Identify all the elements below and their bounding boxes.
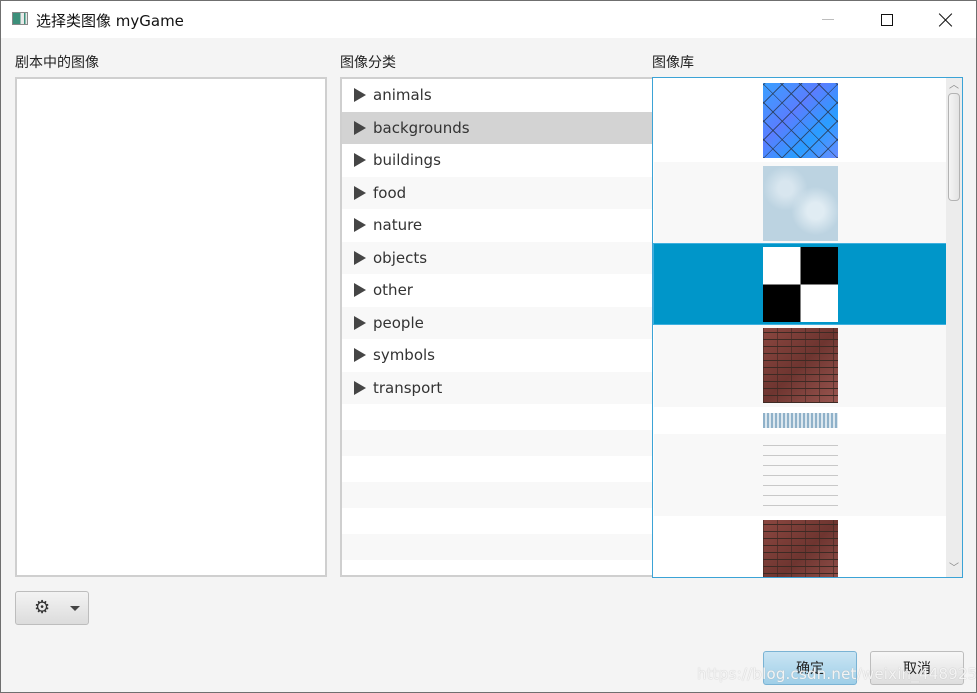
maximize-icon xyxy=(881,13,893,26)
tree-item-transport[interactable]: transport xyxy=(342,371,652,404)
tree-item-food[interactable]: food xyxy=(342,176,652,209)
expand-arrow-icon[interactable] xyxy=(354,348,366,363)
gallery-item[interactable] xyxy=(654,516,946,577)
expand-arrow-icon[interactable] xyxy=(354,380,366,395)
script-images-label: 剧本中的图像 xyxy=(15,55,99,71)
tree-item-label: food xyxy=(373,183,407,202)
watermark: https://blog.csdn.net/weixin_44892517 xyxy=(697,665,977,683)
tree-item-buildings[interactable]: buildings xyxy=(342,144,652,177)
tree-item-label: buildings xyxy=(373,151,441,170)
tree-item-label: symbols xyxy=(373,346,435,365)
script-images-list[interactable] xyxy=(15,77,327,577)
text-texture-thumbnail xyxy=(762,437,838,513)
tree-item-animals[interactable]: animals xyxy=(342,79,652,112)
tree-item-people[interactable]: people xyxy=(342,306,652,339)
close-button[interactable] xyxy=(917,1,975,38)
tree-item-label: objects xyxy=(373,248,428,267)
window-title: 选择类图像 myGame xyxy=(36,12,184,30)
tree-item-label: backgrounds xyxy=(373,118,470,137)
gallery-item[interactable] xyxy=(654,434,946,516)
empty-row xyxy=(342,404,652,430)
scrollbar-thumb[interactable] xyxy=(948,93,960,201)
marble-thumbnail xyxy=(762,165,838,241)
image-library-label: 图像库 xyxy=(652,55,694,71)
caret-down-icon xyxy=(70,606,80,611)
tree-item-nature[interactable]: nature xyxy=(342,209,652,242)
gallery-item-selected[interactable] xyxy=(653,243,947,325)
tree-item-label: nature xyxy=(373,216,423,235)
empty-row xyxy=(342,560,652,575)
scroll-down-icon[interactable]: ﹀ xyxy=(949,564,959,574)
expand-arrow-icon[interactable] xyxy=(354,250,366,265)
expand-arrow-icon[interactable] xyxy=(354,283,366,298)
minimize-button[interactable] xyxy=(799,1,857,38)
tree-item-label: transport xyxy=(373,378,443,397)
tree-item-backgrounds[interactable]: backgrounds xyxy=(342,111,652,144)
close-icon xyxy=(939,13,953,27)
tree-item-label: people xyxy=(373,313,424,332)
expand-arrow-icon[interactable] xyxy=(354,315,366,330)
title-bar: 选择类图像 myGame xyxy=(1,1,976,38)
empty-row xyxy=(342,534,652,560)
tree-item-label: animals xyxy=(373,86,432,105)
tree-item-label: other xyxy=(373,281,413,300)
expand-arrow-icon[interactable] xyxy=(354,88,366,103)
gallery-item[interactable] xyxy=(654,324,946,407)
scroll-up-icon[interactable]: ︿ xyxy=(949,81,959,91)
tree-item-symbols[interactable]: symbols xyxy=(342,339,652,372)
gallery-item[interactable] xyxy=(654,79,946,162)
empty-row xyxy=(342,508,652,534)
tree-item-objects[interactable]: objects xyxy=(342,241,652,274)
checker-thumbnail xyxy=(762,246,838,322)
expand-arrow-icon[interactable] xyxy=(354,218,366,233)
gear-icon: ⚙ xyxy=(34,597,51,618)
empty-row xyxy=(342,482,652,508)
image-gallery[interactable]: ︿ ﹀ xyxy=(652,77,963,578)
maximize-button[interactable] xyxy=(858,1,916,38)
app-icon xyxy=(12,12,28,25)
vertical-scrollbar[interactable]: ︿ ﹀ xyxy=(946,78,962,577)
empty-row xyxy=(342,456,652,482)
minimize-icon xyxy=(822,19,834,20)
expand-arrow-icon[interactable] xyxy=(354,185,366,200)
dialog-window: 选择类图像 myGame 剧本中的图像 图像分类 图像库 animals bac… xyxy=(0,0,977,693)
empty-row xyxy=(342,430,652,456)
tree-item-other[interactable]: other xyxy=(342,274,652,307)
brick-thumbnail xyxy=(762,520,838,577)
expand-arrow-icon[interactable] xyxy=(354,153,366,168)
gallery-item[interactable] xyxy=(654,162,946,244)
blue-tiles-thumbnail xyxy=(762,83,838,158)
expand-arrow-icon[interactable] xyxy=(354,120,366,135)
brick-thumbnail xyxy=(762,328,838,403)
gallery-item[interactable] xyxy=(654,407,946,434)
category-tree[interactable]: animals backgrounds buildings food natur… xyxy=(340,77,652,577)
strip-texture-thumbnail xyxy=(762,413,838,428)
settings-menu-button[interactable]: ⚙ xyxy=(15,591,89,625)
image-categories-label: 图像分类 xyxy=(340,55,396,71)
